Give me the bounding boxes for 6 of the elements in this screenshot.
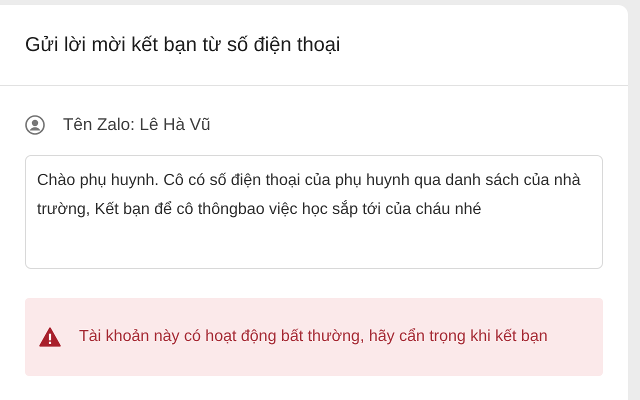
warning-icon [39, 327, 61, 347]
dialog-title: Gửi lời mời kết bạn từ số điện thoại [25, 34, 340, 56]
message-field[interactable]: Chào phụ huynh. Cô có số điện thoại của phụ huynh qua danh sách của nhà trường, Kết bạn để cô thôngbao việc học sắp tới của cháu nhé [25, 155, 603, 269]
zalo-name: Tên Zalo: Lê Hà Vũ [63, 115, 210, 135]
user-icon [25, 115, 45, 135]
warning-text: Tài khoản này có hoạt động bất thường, hãy cẩn trọng khi kết bạn [79, 327, 548, 347]
